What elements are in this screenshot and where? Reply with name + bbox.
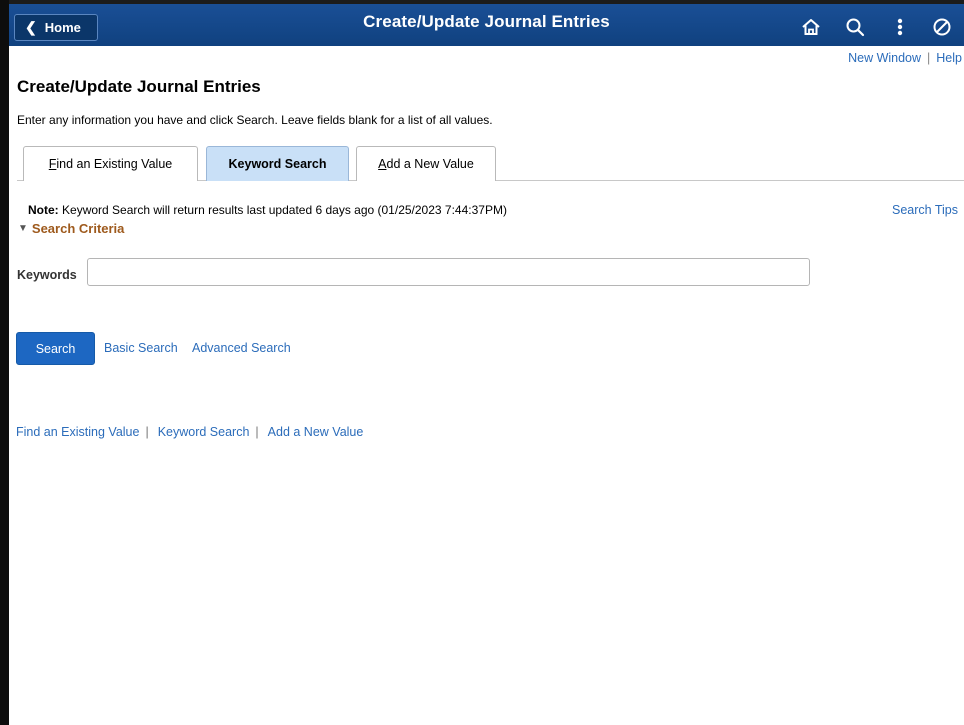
note-text: Keyword Search will return results last … <box>62 203 507 217</box>
note-prefix: Note: <box>28 203 59 217</box>
header-bar: ❮ Home Create/Update Journal Entries <box>9 0 964 46</box>
keyword-search-note: Note: Keyword Search will return results… <box>28 203 507 217</box>
help-link[interactable]: Help <box>936 51 962 65</box>
add-new-value-link[interactable]: Add a New Value <box>268 425 364 439</box>
tab-add-new-value[interactable]: Add a New Value <box>356 146 496 181</box>
search-criteria-label: Search Criteria <box>31 221 125 236</box>
tab-label: ind an Existing Value <box>56 157 173 171</box>
navbar-icon[interactable] <box>928 13 956 41</box>
separator: | <box>145 425 149 439</box>
window-left-edge <box>0 0 9 725</box>
tab-label: Keyword Search <box>228 157 327 171</box>
keywords-label: Keywords <box>17 268 77 282</box>
actions-menu-icon[interactable] <box>886 13 914 41</box>
basic-search-link[interactable]: Basic Search <box>104 341 178 355</box>
search-criteria-toggle[interactable]: ▼ Search Criteria <box>18 221 124 236</box>
search-button[interactable]: Search <box>16 332 95 365</box>
tab-label-accesskey: F <box>48 157 57 171</box>
keyword-search-link[interactable]: Keyword Search <box>158 425 250 439</box>
search-icon[interactable] <box>841 13 869 41</box>
search-tips-link[interactable]: Search Tips <box>892 203 958 217</box>
tab-label-accesskey: A <box>378 157 387 171</box>
separator: | <box>927 51 931 65</box>
page: ❮ Home Create/Update Journal Entries New… <box>9 0 964 725</box>
search-tabs: Find an Existing Value Keyword Search Ad… <box>17 146 964 181</box>
advanced-search-link[interactable]: Advanced Search <box>192 341 291 355</box>
separator: | <box>255 425 259 439</box>
bottom-links: Find an Existing Value | Keyword Search | Ad… <box>16 425 363 439</box>
home-icon[interactable] <box>797 13 825 41</box>
top-links: New Window | Help <box>848 51 962 65</box>
triangle-down-icon: ▼ <box>18 223 28 234</box>
instructions-text: Enter any information you have and click… <box>17 113 493 127</box>
find-existing-value-link[interactable]: Find an Existing Value <box>16 425 139 439</box>
tab-keyword-search[interactable]: Keyword Search <box>206 146 349 181</box>
new-window-link[interactable]: New Window <box>848 51 921 65</box>
tab-find-existing-value[interactable]: Find an Existing Value <box>23 146 198 181</box>
keywords-input[interactable] <box>87 258 810 286</box>
tab-label: dd a New Value <box>386 157 474 171</box>
page-title: Create/Update Journal Entries <box>17 77 261 96</box>
